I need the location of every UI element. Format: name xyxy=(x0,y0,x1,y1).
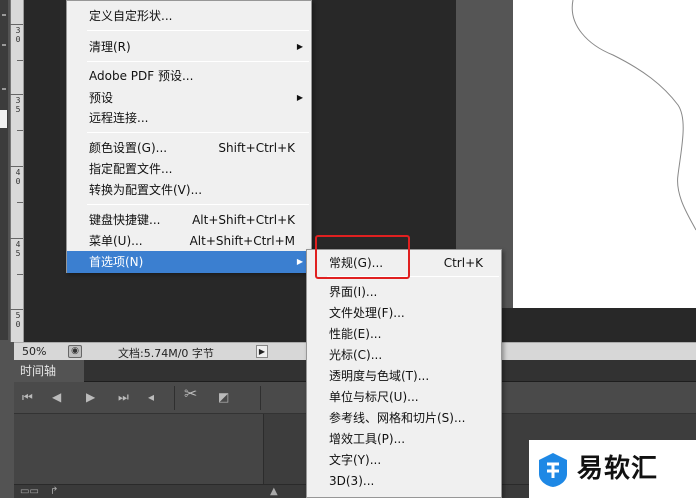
menu-shortcut: Ctrl+K xyxy=(443,256,483,270)
menu-item-guides-grid-slices[interactable]: 参考线、网格和切片(S)... xyxy=(307,407,501,429)
audio-icon[interactable]: ◂ xyxy=(148,389,154,405)
tool-handle xyxy=(2,14,6,16)
menu-item-label: 清理(R) xyxy=(89,40,131,54)
menu-item-menus[interactable]: 菜单(U)... Alt+Shift+Ctrl+M xyxy=(67,230,311,252)
ruler-tick xyxy=(17,60,23,61)
menu-item-keyboard-shortcuts[interactable]: 键盘快捷键... Alt+Shift+Ctrl+K xyxy=(67,209,311,231)
zoom-level[interactable]: 50% xyxy=(22,345,46,358)
proof-icon[interactable]: ◉ xyxy=(68,345,82,358)
ruler-label: 45 xyxy=(15,240,21,258)
menu-item-label: 颜色设置(G)... xyxy=(89,141,168,155)
menu-item-label: 预设 xyxy=(89,91,114,105)
menu-item-plug-ins[interactable]: 增效工具(P)... xyxy=(307,428,501,450)
vertical-ruler[interactable]: 30 35 40 45 50 xyxy=(10,0,24,342)
menu-item-purge[interactable]: 清理(R) ▶ xyxy=(67,36,311,58)
menu-item-presets[interactable]: 预设 ▶ xyxy=(67,87,311,109)
menu-separator xyxy=(87,204,309,205)
document-info: 文档:5.74M/0 字节 xyxy=(118,347,214,360)
submenu-arrow-icon: ▶ xyxy=(296,93,303,102)
menu-item-interface[interactable]: 界面(I)... xyxy=(307,281,501,303)
scissors-icon[interactable]: ✂ xyxy=(184,386,197,402)
menu-item-file-handling[interactable]: 文件处理(F)... xyxy=(307,302,501,324)
menu-item-cursors[interactable]: 光标(C)... xyxy=(307,344,501,366)
menu-item-label: 远程连接... xyxy=(89,111,149,125)
menu-item-label: 文件处理(F)... xyxy=(329,306,405,320)
preferences-submenu: 常规(G)... Ctrl+K 界面(I)... 文件处理(F)... 性能(E)… xyxy=(306,249,502,498)
highlight-callout xyxy=(315,235,410,279)
tool-handle xyxy=(2,88,6,90)
menu-item-3d[interactable]: 3D(3)... xyxy=(307,470,501,492)
divider xyxy=(174,386,175,410)
play-icon[interactable]: ▶ xyxy=(86,389,95,405)
menu-shortcut: Alt+Shift+Ctrl+K xyxy=(192,213,295,227)
menu-item-label: 参考线、网格和切片(S)... xyxy=(329,411,466,425)
menu-item-label: 指定配置文件... xyxy=(89,162,173,176)
menu-item-adobe-pdf-presets[interactable]: Adobe PDF 预设... xyxy=(67,65,311,87)
ruler-tick xyxy=(10,24,23,25)
frame-mode-icon[interactable]: ▭▭ xyxy=(20,486,39,498)
ruler-tick xyxy=(17,202,23,203)
menu-item-label: 3D(3)... xyxy=(329,474,375,488)
menu-shortcut: Shift+Ctrl+K xyxy=(218,141,295,155)
zoom-out-icon[interactable]: ▲ xyxy=(270,486,278,498)
ruler-label: 35 xyxy=(15,96,21,114)
watermark: 易软汇 xyxy=(529,440,696,498)
menu-item-type[interactable]: 文字(Y)... xyxy=(307,449,501,471)
tab-timeline[interactable]: 时间轴 xyxy=(14,360,84,382)
menu-item-label: 文字(Y)... xyxy=(329,453,382,467)
next-frame-icon[interactable]: ⏭ xyxy=(118,389,129,405)
menu-item-label: 透明度与色域(T)... xyxy=(329,369,430,383)
tool-handle xyxy=(2,44,6,46)
ruler-tick xyxy=(10,309,23,310)
submenu-arrow-icon: ▶ xyxy=(296,42,303,51)
menu-item-label: 单位与标尺(U)... xyxy=(329,390,419,404)
ruler-tick xyxy=(17,130,23,131)
document-canvas[interactable] xyxy=(513,0,696,308)
foreground-color-swatch[interactable] xyxy=(0,110,7,128)
menu-item-label: 首选项(N) xyxy=(89,255,144,269)
divider xyxy=(260,386,261,410)
menu-item-transparency-gamut[interactable]: 透明度与色域(T)... xyxy=(307,365,501,387)
ruler-label: 50 xyxy=(15,311,21,329)
menu-item-label: 界面(I)... xyxy=(329,285,378,299)
menu-item-assign-profile[interactable]: 指定配置文件... xyxy=(67,158,311,180)
menu-item-remote-connections[interactable]: 远程连接... xyxy=(67,107,311,129)
canvas-drawing xyxy=(571,0,696,231)
tools-panel xyxy=(0,0,8,340)
submenu-arrow-icon: ▶ xyxy=(296,257,303,266)
ruler-tick xyxy=(10,94,23,95)
ruler-tick xyxy=(17,274,23,275)
menu-separator xyxy=(87,61,309,62)
watermark-text: 易软汇 xyxy=(577,454,659,484)
ruler-tick xyxy=(10,238,23,239)
status-menu-arrow-icon[interactable]: ▶ xyxy=(256,345,268,358)
go-to-first-frame-icon[interactable]: ⏮ xyxy=(22,389,33,405)
menu-item-label: 增效工具(P)... xyxy=(329,432,406,446)
menu-item-label: Adobe PDF 预设... xyxy=(89,69,194,83)
ruler-tick xyxy=(10,166,23,167)
menu-item-label: 定义自定形状... xyxy=(89,9,173,23)
ruler-label: 40 xyxy=(15,168,21,186)
transition-icon[interactable]: ◩ xyxy=(218,389,229,405)
menu-item-performance[interactable]: 性能(E)... xyxy=(307,323,501,345)
menu-item-label: 键盘快捷键... xyxy=(89,213,161,227)
menu-item-color-settings[interactable]: 颜色设置(G)... Shift+Ctrl+K xyxy=(67,137,311,159)
menu-item-convert-to-profile[interactable]: 转换为配置文件(V)... xyxy=(67,179,311,201)
menu-separator xyxy=(87,132,309,133)
previous-frame-icon[interactable]: ◀ xyxy=(52,389,61,405)
menu-shortcut: Alt+Shift+Ctrl+M xyxy=(189,234,295,248)
timeline-layer-list xyxy=(14,414,264,484)
edit-menu: 定义自定形状... 清理(R) ▶ Adobe PDF 预设... 预设 ▶ 远程连… xyxy=(66,0,312,273)
menu-item-label: 性能(E)... xyxy=(329,327,382,341)
menu-item-units-rulers[interactable]: 单位与标尺(U)... xyxy=(307,386,501,408)
convert-icon[interactable]: ↱ xyxy=(50,486,58,498)
menu-item-label: 光标(C)... xyxy=(329,348,383,362)
menu-item-define-custom-shape[interactable]: 定义自定形状... xyxy=(67,5,311,27)
watermark-logo-icon xyxy=(539,453,567,487)
menu-item-label: 菜单(U)... xyxy=(89,234,143,248)
menu-separator xyxy=(87,30,309,31)
ruler-label: 30 xyxy=(15,26,21,44)
menu-item-preferences[interactable]: 首选项(N) ▶ xyxy=(67,251,311,273)
menu-item-label: 转换为配置文件(V)... xyxy=(89,183,203,197)
